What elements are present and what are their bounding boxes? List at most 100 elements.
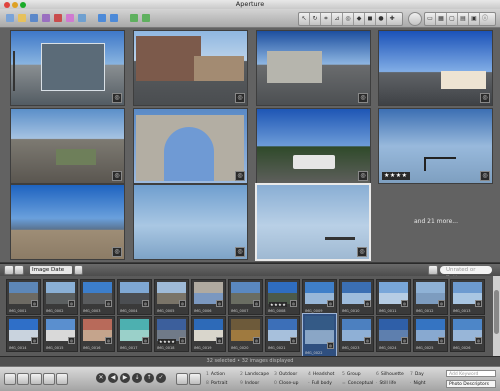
thumbnail[interactable]: ◎ IMG_0026 [450, 316, 485, 352]
sort-direction-icon[interactable] [74, 265, 83, 275]
filter-icon[interactable] [428, 265, 438, 275]
minimize-window-button[interactable] [12, 1, 18, 8]
viewer-image[interactable]: ◎ [10, 184, 125, 260]
filmstrip-icon[interactable] [56, 373, 68, 385]
thumbnail-selected[interactable]: ◎ IMG_0022 [302, 313, 337, 357]
stack-icon[interactable] [129, 12, 139, 23]
viewer-image[interactable]: ◎ [378, 30, 493, 106]
keyword-button[interactable]: 0 Close-up [274, 380, 298, 387]
next-icon[interactable]: ▶ [120, 373, 130, 383]
keyword-button[interactable]: = Conceptual [342, 380, 373, 387]
stamp-tool-icon[interactable]: ◼ [365, 13, 376, 25]
keyword-prev-icon[interactable] [176, 373, 188, 385]
thumbnail[interactable]: ◎ IMG_0004 [117, 279, 152, 315]
search-input[interactable]: Unrated or Better [440, 266, 492, 281]
metadata-icon[interactable] [30, 373, 42, 385]
thumbnail[interactable]: ◎ ★★★★ IMG_0018 [154, 316, 189, 352]
keyword-preset-dropdown[interactable]: Photo Descriptors [446, 380, 496, 388]
browser-scrollbar[interactable] [493, 276, 500, 356]
thumbnail[interactable]: ◎ IMG_0002 [43, 279, 78, 315]
thumbnail[interactable]: ◎ IMG_0015 [43, 316, 78, 352]
select-icon[interactable]: ✓ [156, 373, 166, 383]
rotate-tool-icon[interactable]: ↻ [310, 13, 321, 25]
keyword-button[interactable]: 7 Day [410, 371, 424, 378]
fullscreen-icon[interactable]: ▣ [469, 13, 480, 25]
browser-view-icon[interactable]: ▦ [436, 13, 447, 25]
straighten-tool-icon[interactable]: ⊿ [332, 13, 343, 25]
keyword-button[interactable]: 9 Indoor [240, 380, 259, 387]
thumbnail[interactable]: ◎ IMG_0014 [6, 316, 41, 352]
zoom-window-button[interactable] [20, 1, 26, 8]
thumbnail[interactable]: ◎ IMG_0007 [228, 279, 263, 315]
thumbnail[interactable]: ◎ IMG_0024 [376, 316, 411, 352]
reject-icon[interactable]: ✕ [96, 373, 106, 383]
redeye-tool-icon[interactable]: ● [376, 13, 387, 25]
thumbnail[interactable]: ◎ IMG_0016 [80, 316, 115, 352]
select-tool-icon[interactable]: ↖ [299, 13, 310, 25]
thumbnail[interactable]: ◎ IMG_0003 [80, 279, 115, 315]
keyword-button[interactable]: · Still life [376, 380, 396, 387]
keyword-button[interactable]: 1 Action [206, 371, 225, 378]
rating-down-icon[interactable]: ↓ [132, 373, 142, 383]
viewer-image[interactable]: ◎ [256, 30, 371, 106]
spot-tool-icon[interactable]: ✚ [387, 13, 397, 25]
rotate-left-icon[interactable] [97, 12, 107, 23]
loupe-tool-icon[interactable]: ◎ [343, 13, 354, 25]
viewer-image[interactable]: ◎ [10, 30, 125, 106]
thumbnail[interactable]: ◎ IMG_0021 [265, 316, 300, 352]
viewer-image[interactable]: ◎ [133, 108, 248, 184]
thumbnail[interactable]: ◎ IMG_0013 [450, 279, 485, 315]
thumbnail[interactable]: ◎ IMG_0005 [154, 279, 189, 315]
rotate-right-icon[interactable] [109, 12, 119, 23]
thumbnail[interactable]: ◎ IMG_0025 [413, 316, 448, 352]
viewer-image[interactable]: ◎ [133, 30, 248, 106]
inspector-toggle-icon[interactable] [17, 373, 29, 385]
keyword-button[interactable]: 3 Outdoor [274, 371, 297, 378]
keyword-button[interactable]: - Full body [308, 380, 332, 387]
book-icon[interactable] [53, 12, 63, 23]
split-view-icon[interactable]: ▭ [425, 13, 436, 25]
keyword-button[interactable]: · Night [410, 380, 426, 387]
thumbnail[interactable]: ◎ IMG_0017 [117, 316, 152, 352]
keyword-button[interactable]: 2 Landscape [240, 371, 269, 378]
keyword-next-icon[interactable] [189, 373, 201, 385]
scroll-knob[interactable] [494, 290, 499, 334]
sort-dropdown[interactable]: Image Date [30, 266, 72, 274]
new-album-icon[interactable] [29, 12, 39, 23]
smart-album-icon[interactable] [41, 12, 51, 23]
multi-view-icon[interactable]: ▤ [458, 13, 469, 25]
thumbnail[interactable]: ◎ IMG_0009 [302, 279, 337, 315]
rating-up-icon[interactable]: ↑ [144, 373, 154, 383]
unstack-icon[interactable] [141, 12, 151, 23]
thumbnail[interactable]: ◎ IMG_0023 [339, 316, 374, 352]
inspector-icon[interactable]: ⓘ [480, 13, 490, 25]
thumbnail[interactable]: ◎ IMG_0001 [6, 279, 41, 315]
viewer-image[interactable]: ◎ [256, 108, 371, 184]
loupe-icon[interactable] [408, 12, 422, 26]
thumbnail[interactable]: ◎ ★★★★ IMG_0008 [265, 279, 300, 315]
viewer-view-icon[interactable]: ▢ [447, 13, 458, 25]
list-mode-icon[interactable] [14, 265, 24, 275]
thumbnail[interactable]: ◎ IMG_0006 [191, 279, 226, 315]
keyword-button[interactable]: 8 Portrait [206, 380, 227, 387]
keyword-button[interactable]: 5 Group [342, 371, 361, 378]
thumbnail[interactable]: ◎ IMG_0011 [376, 279, 411, 315]
viewer-image[interactable]: ◎ [133, 184, 248, 260]
light-table-icon[interactable] [65, 12, 75, 23]
viewer-image[interactable]: ◎ [10, 108, 125, 184]
thumbnail[interactable]: ◎ IMG_0010 [339, 279, 374, 315]
thumbnail[interactable]: ◎ IMG_0019 [191, 316, 226, 352]
new-folder-icon[interactable] [17, 12, 27, 23]
close-window-button[interactable] [4, 1, 10, 8]
previous-icon[interactable]: ◀ [108, 373, 118, 383]
viewer-image[interactable]: ★★★★ ◎ [378, 108, 493, 184]
crop-tool-icon[interactable]: ⌗ [321, 13, 332, 25]
add-keyword-input[interactable]: Add Keyword [446, 370, 496, 377]
browser-mode-icon[interactable] [4, 265, 14, 275]
thumbnail[interactable]: ◎ IMG_0020 [228, 316, 263, 352]
keyword-button[interactable]: 6 Silhouette [376, 371, 404, 378]
web-gallery-icon[interactable] [77, 12, 87, 23]
thumbnail[interactable]: ◎ IMG_0012 [413, 279, 448, 315]
keyword-button[interactable]: 4 Headshot [308, 371, 334, 378]
adjustments-icon[interactable] [43, 373, 55, 385]
